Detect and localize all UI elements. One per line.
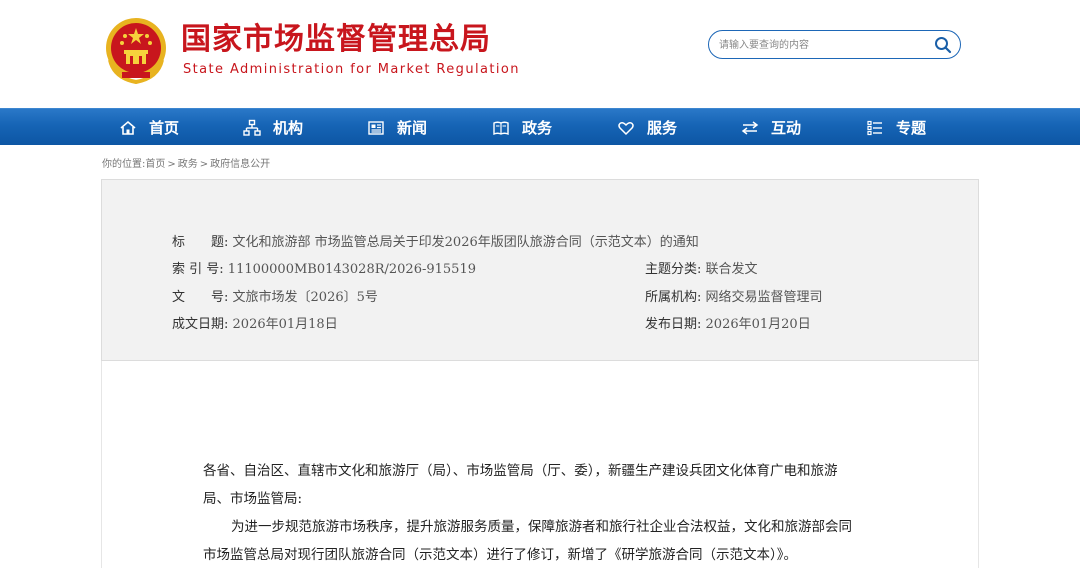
info-row-created: 成文日期: 2026年01月18日 (172, 316, 338, 334)
salutation-line-2: 局、市场监管局: (203, 491, 303, 507)
org-chart-icon (243, 119, 261, 136)
info-row-published: 发布日期: 2026年01月20日 (645, 316, 811, 334)
breadcrumb-link-affairs[interactable]: 政务 (178, 159, 198, 170)
published-date-value: 2026年01月20日 (705, 317, 811, 332)
breadcrumb: 你的位置:首页 > 政务 > 政府信息公开 (102, 155, 270, 170)
nav-item-home[interactable]: 首页 (119, 109, 179, 146)
info-row-title: 标 题: 文化和旅游部 市场监管总局关于印发2026年版团队旅游合同（示范文本）… (172, 234, 699, 252)
newspaper-icon (368, 120, 384, 135)
site-title-cn[interactable]: 国家市场监督管理总局 (181, 20, 491, 60)
nav-label: 专题 (896, 119, 927, 137)
info-row-doc-no: 文 号: 文旅市场发〔2026〕5号 (172, 289, 378, 307)
nav-item-news[interactable]: 新闻 (367, 109, 427, 146)
book-icon (493, 121, 509, 135)
published-date-label: 发布日期: (645, 317, 702, 332)
title-label: 标 题: (172, 235, 229, 250)
info-row-index: 索 引 号: 11100000MB0143028R/2026-915519 (172, 261, 476, 279)
document-info-card: 标 题: 文化和旅游部 市场监管总局关于印发2026年版团队旅游合同（示范文本）… (101, 179, 979, 361)
nav-label: 服务 (647, 119, 678, 137)
nav-item-org[interactable]: 机构 (243, 109, 303, 146)
breadcrumb-link-gov-info[interactable]: 政府信息公开 (210, 159, 270, 170)
nav-item-topics[interactable]: 专题 (866, 109, 926, 146)
org-value: 网络交易监督管理司 (705, 290, 823, 305)
nav-label: 机构 (273, 119, 304, 137)
breadcrumb-link-home[interactable]: 首页 (145, 159, 165, 170)
paragraph-1-line-2: 市场监管总局对现行团队旅游合同（示范文本）进行了修订，新增了《研学旅游合同（示范… (203, 547, 797, 563)
nav-label: 政务 (522, 119, 553, 137)
category-label: 主题分类: (645, 262, 702, 277)
created-date-value: 2026年01月18日 (232, 317, 338, 332)
index-label: 索 引 号: (172, 262, 224, 277)
heart-icon (618, 121, 634, 135)
national-emblem-icon[interactable] (104, 16, 168, 84)
org-label: 所属机构: (645, 290, 702, 305)
salutation-line-1: 各省、自治区、直辖市文化和旅游厅（局）、市场监管局（厅、委），新疆生产建设兵团文… (203, 463, 838, 479)
site-header: 国家市场监督管理总局 State Administration for Mark… (0, 0, 1080, 108)
title-value: 文化和旅游部 市场监管总局关于印发2026年版团队旅游合同（示范文本）的通知 (232, 235, 699, 250)
info-row-category: 主题分类: 联合发文 (645, 261, 758, 279)
doc-no-label: 文 号: (172, 290, 229, 305)
nav-item-interact[interactable]: 互动 (741, 109, 801, 146)
search-box (708, 30, 961, 59)
nav-label: 首页 (149, 119, 180, 137)
list-icon (867, 120, 882, 135)
search-input[interactable] (719, 35, 919, 55)
nav-label: 新闻 (397, 119, 428, 137)
nav-item-service[interactable]: 服务 (617, 109, 677, 146)
site-title-en: State Administration for Market Regulati… (183, 62, 520, 77)
created-date-label: 成文日期: (172, 317, 229, 332)
breadcrumb-separator: > (167, 159, 176, 170)
breadcrumb-prefix: 你的位置: (102, 159, 146, 170)
nav-label: 互动 (771, 119, 802, 137)
paragraph-1-line-1: 为进一步规范旅游市场秩序，提升旅游服务质量，保障旅游者和旅行社企业合法权益，文化… (231, 519, 852, 535)
breadcrumb-separator: > (199, 159, 209, 170)
nav-item-affairs[interactable]: 政务 (492, 109, 552, 146)
index-value: 11100000MB0143028R/2026-915519 (227, 262, 476, 277)
exchange-arrows-icon (741, 120, 759, 135)
main-nav: 首页 机构 新闻 政务 服务 互动 专题 (0, 108, 1080, 145)
search-icon[interactable] (934, 36, 952, 54)
info-row-org: 所属机构: 网络交易监督管理司 (645, 289, 823, 307)
home-icon (120, 120, 136, 135)
doc-no-value: 文旅市场发〔2026〕5号 (232, 290, 378, 305)
category-value: 联合发文 (705, 262, 758, 277)
